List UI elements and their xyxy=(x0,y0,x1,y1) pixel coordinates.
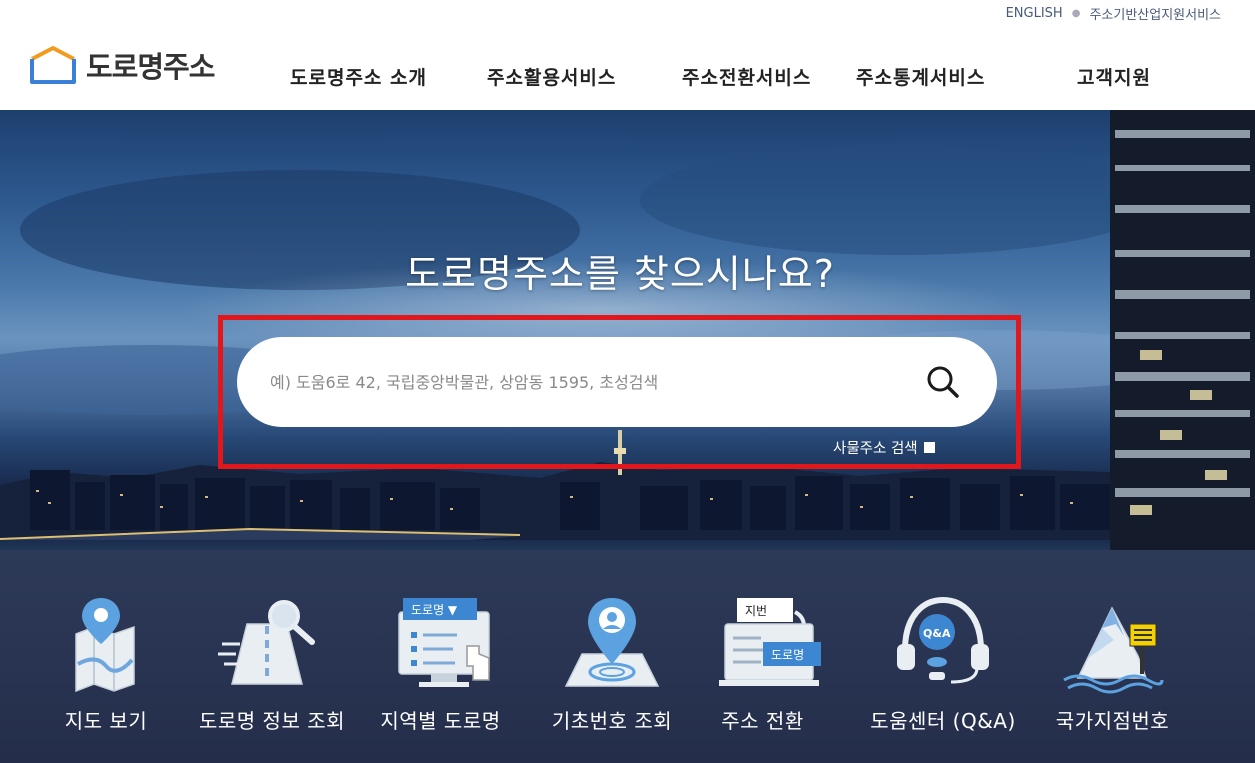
national-point-icon xyxy=(1062,606,1163,694)
nav-address-service[interactable]: 주소활용서비스 xyxy=(487,63,616,90)
badge-text: 도로명 ▼ xyxy=(411,603,458,617)
badge-text: 도로명 xyxy=(771,648,804,662)
quick-item-address-convert[interactable]: 지번 도로명 주소 전환 xyxy=(700,550,825,763)
badge-text: 지번 xyxy=(745,604,767,618)
search-icon[interactable] xyxy=(925,364,961,400)
utility-links: ENGLISH ● 주소기반산업지원서비스 xyxy=(1006,4,1221,23)
industry-support-link[interactable]: 주소기반산업지원서비스 xyxy=(1089,4,1221,23)
quick-item-region-road[interactable]: 도로명 ▼ 지역별 도로명 xyxy=(368,550,513,763)
helpdesk-icon: Q&A xyxy=(897,596,989,684)
quick-label: 지도 보기 xyxy=(64,709,148,733)
region-road-icon: 도로명 ▼ xyxy=(397,598,490,687)
quick-label: 지역별 도로명 xyxy=(380,709,501,733)
nav-address-convert[interactable]: 주소전환서비스 xyxy=(682,63,811,90)
address-search-bar xyxy=(237,337,997,427)
quick-label: 기초번호 조회 xyxy=(551,709,673,733)
map-icon xyxy=(75,598,135,693)
badge-text: Q&A xyxy=(923,627,951,640)
quick-item-national-point[interactable]: 국가지점번호 xyxy=(1040,550,1185,763)
quick-label: 도움센터 (Q&A) xyxy=(870,709,1016,733)
basic-number-icon xyxy=(564,598,660,687)
english-link[interactable]: ENGLISH xyxy=(1006,6,1063,21)
quick-item-helpdesk[interactable]: Q&A 도움센터 (Q&A) xyxy=(862,550,1024,763)
address-convert-icon: 지번 도로명 xyxy=(718,598,821,686)
quick-label: 국가지점번호 xyxy=(1055,709,1170,733)
hero-title: 도로명주소를 찾으시나요? xyxy=(405,252,835,296)
nav-address-statistics[interactable]: 주소통계서비스 xyxy=(856,63,985,90)
building-search-checkbox[interactable] xyxy=(923,442,935,453)
building-search-toggle[interactable]: 사물주소 검색 xyxy=(833,437,935,458)
quick-label: 도로명 정보 조회 xyxy=(198,709,345,733)
site-header: ENGLISH ● 주소기반산업지원서비스 도로명주소 도로명주소 소개 주소활… xyxy=(0,0,1255,110)
quick-label: 주소 전환 xyxy=(721,709,804,733)
quick-item-map[interactable]: 지도 보기 xyxy=(36,550,176,763)
quick-menu: 지도 보기 도로명 정보 조회 도로명 ▼ 지역별 도로명 기초번호 조회 지번… xyxy=(0,550,1255,763)
quick-item-road-search[interactable]: 도로명 정보 조회 xyxy=(187,550,357,763)
nav-intro[interactable]: 도로명주소 소개 xyxy=(290,63,427,90)
nav-customer-support[interactable]: 고객지원 xyxy=(1077,63,1151,90)
hero-banner: 도로명주소를 찾으시나요? 사물주소 검색 xyxy=(0,110,1255,550)
quick-item-basic-number[interactable]: 기초번호 조회 xyxy=(532,550,692,763)
separator-dot: ● xyxy=(1071,8,1081,19)
address-search-input[interactable] xyxy=(270,372,910,392)
building-search-label: 사물주소 검색 xyxy=(833,441,918,457)
main-nav: 도로명주소 소개 주소활용서비스 주소전환서비스 주소통계서비스 고객지원 xyxy=(0,63,1255,89)
road-search-icon xyxy=(218,600,315,685)
